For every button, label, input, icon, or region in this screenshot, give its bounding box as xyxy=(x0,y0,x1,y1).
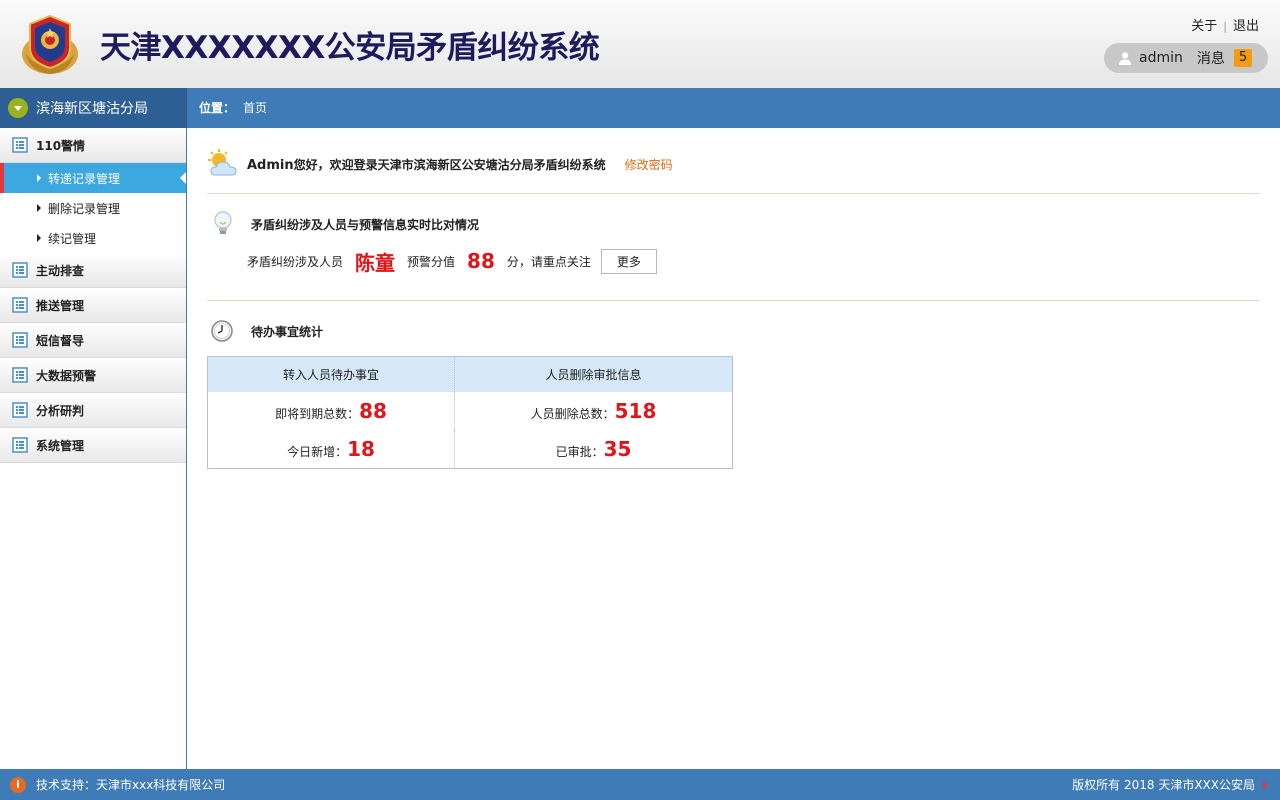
table-row: 即将到期总数：88 人员删除总数：518 xyxy=(207,391,733,431)
sidebar-item-label: 转递记录管理 xyxy=(48,171,121,186)
arrow-right-icon xyxy=(1263,780,1268,789)
person-label: 矛盾纠纷涉及人员 xyxy=(247,254,344,269)
user-icon xyxy=(1119,52,1131,65)
sidebar-group-label: 大数据预警 xyxy=(36,368,97,383)
stat-cell[interactable]: 人员删除总数：518 xyxy=(455,392,733,430)
top-links: 关于 | 退出 xyxy=(1191,15,1259,34)
alert-row: 矛盾纠纷涉及人员 陈童 预警分值 88 分，请重点关注 更多 xyxy=(247,248,657,275)
table-header-row: 转入人员待办事宜 人员删除审批信息 xyxy=(207,356,733,392)
sidebar-item-transfer-records[interactable]: 转递记录管理 xyxy=(0,163,186,193)
breadcrumb-label: 位置： xyxy=(199,101,236,115)
todo-title: 待办事宜统计 xyxy=(251,324,324,339)
stat-label: 人员删除总数： xyxy=(530,406,615,421)
branch-selector[interactable]: 滨海新区塘沽分局 xyxy=(0,88,187,128)
todo-stats-table: 转入人员待办事宜 人员删除审批信息 即将到期总数：88 人员删除总数：518 今… xyxy=(207,356,733,469)
stat-value: 88 xyxy=(359,398,387,423)
stat-value: 518 xyxy=(614,398,657,423)
sidebar-group-110[interactable]: 110警情 xyxy=(0,128,186,163)
stat-value: 18 xyxy=(347,437,375,462)
user-panel: admin 消息 5 xyxy=(1104,43,1268,73)
breadcrumb: 位置： 首页 xyxy=(199,88,267,128)
main-content: Admin您好，欢迎登录天津市滨海新区公安塘沽分局矛盾纠纷系统 修改密码 矛盾纠… xyxy=(187,128,1280,769)
list-icon xyxy=(12,262,28,278)
stat-cell[interactable]: 即将到期总数：88 xyxy=(207,391,455,431)
sidebar: 110警情 转递记录管理 删除记录管理 续记管理 主动排查 推送管理 短信督导 … xyxy=(0,128,187,769)
stat-label: 已审批： xyxy=(555,445,604,460)
score-value: 88 xyxy=(467,249,495,273)
branch-name: 滨海新区塘沽分局 xyxy=(36,101,148,117)
stat-label: 今日新增： xyxy=(287,445,348,460)
todo-section-title: 待办事宜统计 xyxy=(211,317,323,345)
welcome-row: Admin您好，欢迎登录天津市滨海新区公安塘沽分局矛盾纠纷系统 修改密码 xyxy=(207,148,673,180)
person-name: 陈童 xyxy=(355,250,396,275)
list-icon xyxy=(12,137,28,153)
weather-icon xyxy=(208,149,237,176)
sidebar-item-label: 续记管理 xyxy=(48,231,97,246)
list-icon xyxy=(12,437,28,453)
app-title: 天津XXXXXXX公安局矛盾纠纷系统 xyxy=(100,30,600,66)
list-icon xyxy=(12,367,28,383)
list-icon xyxy=(12,402,28,418)
welcome-text: 您好，欢迎登录天津市滨海新区公安塘沽分局矛盾纠纷系统 xyxy=(293,157,606,172)
info-icon: i xyxy=(10,776,26,793)
sidebar-group-analysis[interactable]: 分析研判 xyxy=(0,393,186,428)
messages-label[interactable]: 消息 xyxy=(1197,48,1225,68)
sidebar-item-label: 删除记录管理 xyxy=(48,201,121,216)
sidebar-group-label: 主动排查 xyxy=(36,263,85,278)
footer: i 技术支持：天津市xxx科技有限公司 版权所有 2018 天津市XXX公安局 xyxy=(0,769,1280,800)
sidebar-item-continuation[interactable]: 续记管理 xyxy=(0,223,186,253)
footer-copyright: 版权所有 2018 天津市XXX公安局 xyxy=(1072,769,1268,800)
sidebar-group-label: 推送管理 xyxy=(36,298,85,313)
list-icon xyxy=(12,297,28,313)
table-row: 今日新增：18 已审批：35 xyxy=(207,430,733,469)
stat-value: 35 xyxy=(603,437,632,462)
logout-link[interactable]: 退出 xyxy=(1233,19,1259,34)
caret-right-icon xyxy=(37,174,41,182)
more-button[interactable]: 更多 xyxy=(600,248,657,274)
sidebar-group-active-check[interactable]: 主动排查 xyxy=(0,253,186,288)
caret-right-icon xyxy=(37,234,41,242)
change-password-link[interactable]: 修改密码 xyxy=(625,156,673,173)
footer-support: i 技术支持：天津市xxx科技有限公司 xyxy=(10,769,225,800)
alert-section-title: 矛盾纠纷涉及人员与预警信息实时比对情况 xyxy=(211,210,479,238)
welcome-user: Admin xyxy=(247,157,294,173)
list-icon xyxy=(12,332,28,348)
sidebar-group-label: 110警情 xyxy=(36,138,86,153)
score-suffix: 分，请重点关注 xyxy=(506,254,591,269)
score-label: 预警分值 xyxy=(407,254,456,269)
divider xyxy=(207,193,1260,194)
about-link[interactable]: 关于 xyxy=(1191,19,1217,34)
sidebar-group-push[interactable]: 推送管理 xyxy=(0,288,186,323)
divider xyxy=(207,300,1260,301)
sidebar-group-system[interactable]: 系统管理 xyxy=(0,428,186,463)
chevron-down-icon[interactable] xyxy=(8,98,28,118)
alert-title: 矛盾纠纷涉及人员与预警信息实时比对情况 xyxy=(251,217,480,232)
location-bar: 滨海新区塘沽分局 位置： 首页 xyxy=(0,88,1280,128)
support-text: 技术支持：天津市xxx科技有限公司 xyxy=(36,778,226,792)
sidebar-group-sms[interactable]: 短信督导 xyxy=(0,323,186,358)
header: 天津XXXXXXX公安局矛盾纠纷系统 关于 | 退出 admin 消息 5 xyxy=(0,0,1280,88)
user-name[interactable]: admin xyxy=(1139,50,1183,66)
stat-cell[interactable]: 今日新增：18 xyxy=(207,430,455,469)
caret-right-icon xyxy=(37,204,41,212)
breadcrumb-current[interactable]: 首页 xyxy=(243,101,267,115)
messages-badge[interactable]: 5 xyxy=(1233,49,1253,67)
welcome-message: Admin您好，欢迎登录天津市滨海新区公安塘沽分局矛盾纠纷系统 xyxy=(247,156,606,173)
copyright-text: 版权所有 2018 天津市XXX公安局 xyxy=(1072,778,1255,792)
column-header: 人员删除审批信息 xyxy=(454,356,733,392)
link-separator: | xyxy=(1223,20,1227,33)
clock-icon xyxy=(211,320,233,342)
sidebar-group-label: 分析研判 xyxy=(36,403,85,418)
stat-cell[interactable]: 已审批：35 xyxy=(455,430,733,468)
sidebar-group-bigdata[interactable]: 大数据预警 xyxy=(0,358,186,393)
lightbulb-icon xyxy=(214,211,232,234)
stat-label: 即将到期总数： xyxy=(275,406,360,421)
sidebar-group-label: 短信督导 xyxy=(36,333,85,348)
police-emblem-icon xyxy=(22,14,78,74)
sidebar-item-delete-records[interactable]: 删除记录管理 xyxy=(0,193,186,223)
sidebar-group-label: 系统管理 xyxy=(36,438,85,453)
column-header: 转入人员待办事宜 xyxy=(207,356,455,392)
